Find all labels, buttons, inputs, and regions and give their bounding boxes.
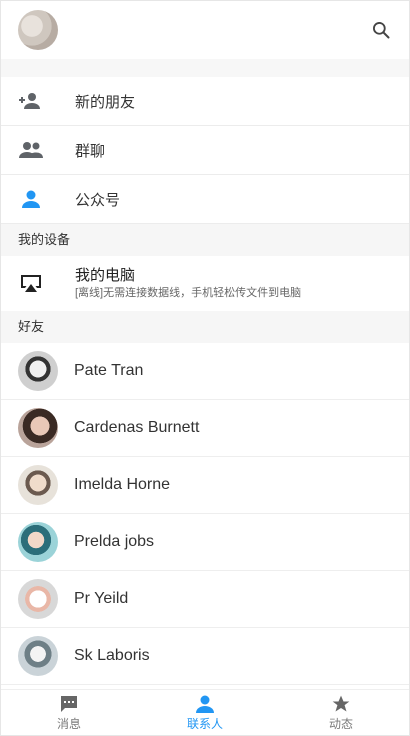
person-icon <box>18 186 44 212</box>
bottom-navigation: 消息 联系人 动态 <box>1 689 409 735</box>
user-avatar[interactable] <box>18 10 58 50</box>
friend-avatar <box>18 351 58 391</box>
friend-item[interactable]: Prelda jobs <box>1 514 409 571</box>
contacts-screen: 新的朋友 群聊 公众号 我的设备 我的电脑 [离线]无需连接数据线，手机轻松传文… <box>0 0 410 736</box>
tab-contacts-label: 联系人 <box>186 716 223 731</box>
friends-header: 好友 <box>1 311 409 343</box>
my-computer-item[interactable]: 我的电脑 [离线]无需连接数据线，手机轻松传文件到电脑 <box>1 256 409 311</box>
friend-name: Sk Laboris <box>74 647 150 664</box>
official-accounts-label: 公众号 <box>75 191 121 209</box>
search-icon[interactable] <box>369 18 393 42</box>
new-friends-label: 新的朋友 <box>75 93 136 111</box>
friend-item[interactable]: Sk Laboris <box>1 628 409 685</box>
official-accounts-item[interactable]: 公众号 <box>1 175 409 224</box>
my-computer-title: 我的电脑 <box>75 266 136 284</box>
my-computer-subtitle: [离线]无需连接数据线，手机轻松传文件到电脑 <box>75 286 302 299</box>
friend-avatar <box>18 579 58 619</box>
friend-name: Cardenas Burnett <box>74 419 200 436</box>
friend-item[interactable]: Imelda Horne <box>1 457 409 514</box>
group-icon <box>18 137 44 163</box>
friend-avatar <box>18 408 58 448</box>
my-devices-header: 我的设备 <box>1 224 409 256</box>
chat-icon <box>58 694 80 714</box>
top-bar <box>1 1 409 59</box>
header-spacer <box>1 59 409 77</box>
friend-name: Imelda Horne <box>74 476 171 493</box>
friend-name: Pr Yeild <box>74 590 129 607</box>
friend-avatar <box>18 465 58 505</box>
friend-name: Pate Tran <box>74 362 144 379</box>
tab-messages-label: 消息 <box>56 716 81 731</box>
friend-item[interactable]: Pate Tran <box>1 343 409 400</box>
group-chat-label: 群聊 <box>75 142 106 160</box>
star-icon <box>330 694 352 714</box>
friend-name: Prelda jobs <box>74 533 155 550</box>
new-friends-item[interactable]: 新的朋友 <box>1 77 409 126</box>
airplay-icon <box>18 271 44 297</box>
friend-item[interactable]: Pr Yeild <box>1 571 409 628</box>
tab-moments-label: 动态 <box>328 716 353 731</box>
tab-contacts[interactable]: 联系人 <box>137 690 273 735</box>
friend-item[interactable]: Cardenas Burnett <box>1 400 409 457</box>
friend-avatar <box>18 522 58 562</box>
tab-moments[interactable]: 动态 <box>273 690 409 735</box>
friend-avatar <box>18 636 58 676</box>
group-chat-item[interactable]: 群聊 <box>1 126 409 175</box>
person-add-icon <box>18 88 44 114</box>
tab-messages[interactable]: 消息 <box>1 690 137 735</box>
contacts-icon <box>194 694 216 714</box>
